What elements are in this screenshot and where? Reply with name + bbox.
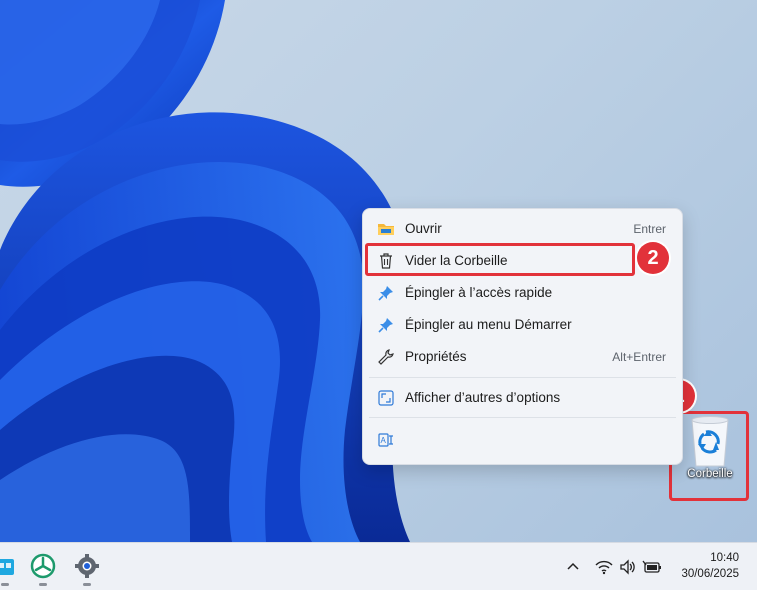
menu-item-label: Afficher d’autres d’options	[405, 390, 561, 405]
menu-item-pin-quick-access[interactable]: Épingler à l’accès rapide	[369, 278, 676, 308]
recycle-bin-label[interactable]: Corbeille	[672, 468, 748, 480]
pin-icon	[378, 318, 393, 333]
more-options-icon	[378, 390, 394, 406]
menu-item-label: Propriétés	[405, 349, 467, 364]
wifi-icon[interactable]	[594, 557, 614, 577]
menu-item-label: Épingler à l’accès rapide	[405, 285, 553, 300]
wrench-icon	[378, 349, 394, 365]
clock-date: 30/06/2025	[681, 568, 739, 580]
ccleaner-icon	[30, 553, 56, 579]
menu-item-pin-start[interactable]: Épingler au menu Démarrer	[369, 310, 676, 340]
menu-item-more-options[interactable]: Afficher d’autres d’options	[369, 383, 676, 413]
svg-text:A: A	[381, 436, 387, 445]
taskbar-app-store[interactable]	[0, 551, 20, 586]
running-indicator	[1, 583, 9, 586]
chevron-up-icon[interactable]	[563, 557, 583, 577]
menu-item-shortcut: Entrer	[633, 222, 666, 236]
taskbar-app-ccleaner[interactable]	[28, 551, 58, 586]
menu-item-translate[interactable]: A	[369, 425, 405, 455]
store-icon	[0, 559, 14, 575]
pin-icon	[378, 286, 393, 301]
folder-icon	[378, 224, 394, 235]
menu-item-properties[interactable]: Propriétés Alt+Entrer	[369, 342, 676, 372]
menu-item-shortcut: Alt+Entrer	[612, 350, 666, 364]
translate-icon: A	[378, 433, 393, 447]
battery-icon[interactable]	[642, 557, 662, 577]
running-indicator	[39, 583, 47, 586]
taskbar-clock[interactable]: 10:40 30/06/2025	[681, 550, 739, 582]
taskbar-app-settings[interactable]	[72, 551, 102, 586]
taskbar: 10:40 30/06/2025	[0, 542, 757, 590]
menu-separator	[369, 377, 676, 378]
settings-icon	[75, 554, 99, 578]
clock-time: 10:40	[710, 552, 739, 564]
menu-item-label: Ouvrir	[405, 221, 442, 236]
highlight-box	[365, 243, 635, 276]
menu-separator	[369, 417, 676, 418]
annotation-badge-2: 2	[637, 242, 669, 274]
menu-item-label: Épingler au menu Démarrer	[405, 317, 572, 332]
menu-item-open[interactable]: Ouvrir Entrer	[369, 214, 676, 244]
volume-icon[interactable]	[618, 557, 638, 577]
running-indicator	[83, 583, 91, 586]
